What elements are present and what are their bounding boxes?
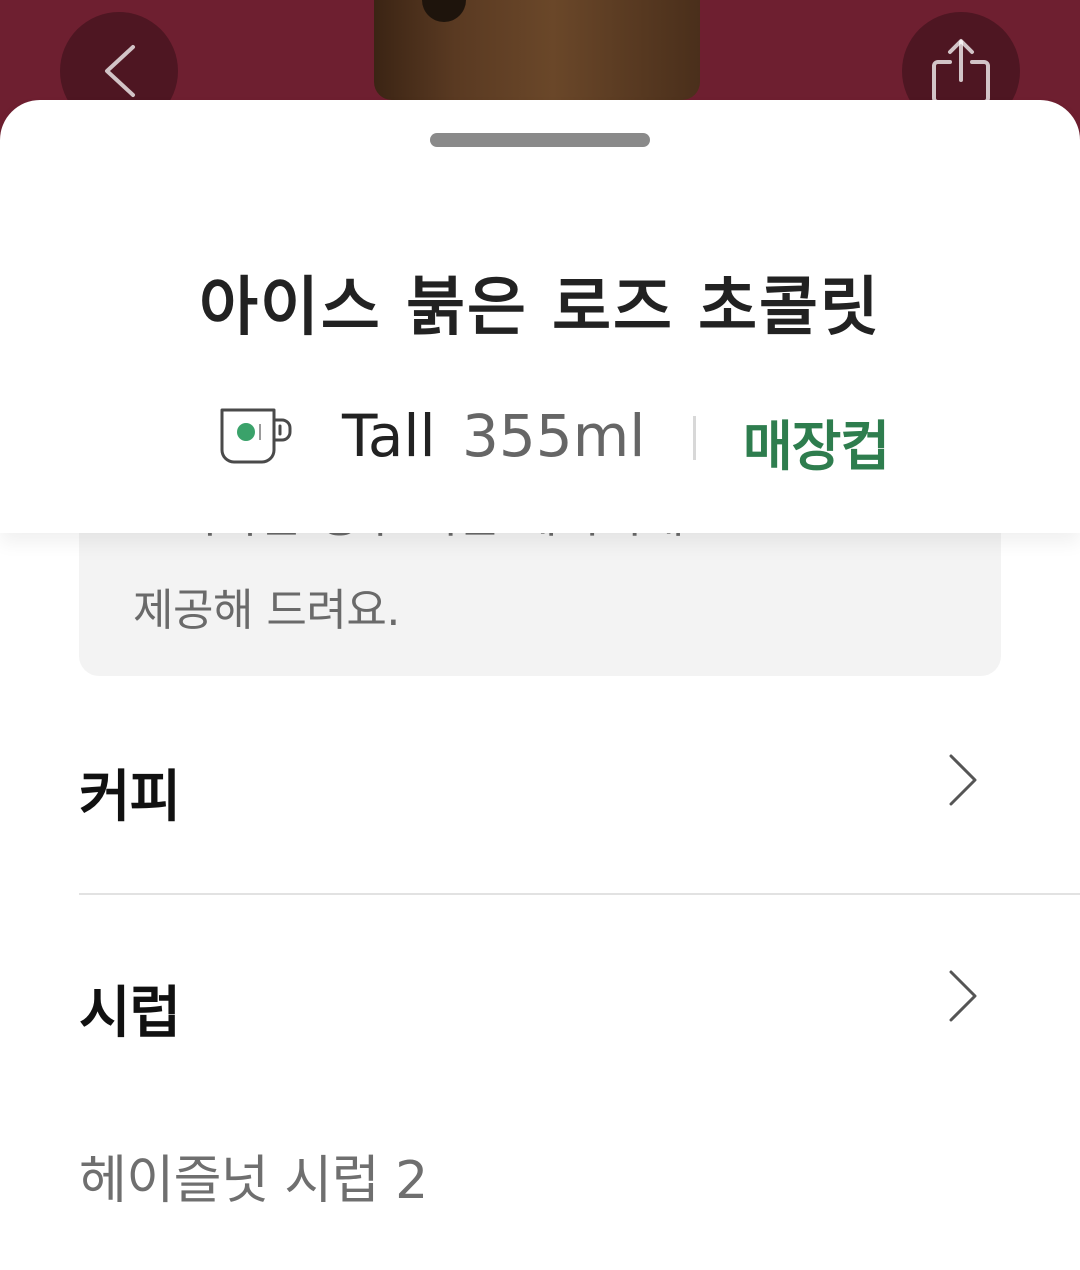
screen: 오피하는 청구 기는 데시피대로 제공해 드려요. 커피 시럽 헤이즐넛 시럽 …: [0, 0, 1080, 1270]
size-name: Tall: [342, 402, 436, 470]
option-row-syrup[interactable]: 시럽: [79, 944, 1080, 1064]
description-text: 제공해 드려요.: [133, 585, 400, 636]
chevron-left-icon: [105, 45, 135, 97]
share-icon: [932, 39, 990, 104]
sheet-drag-handle[interactable]: [430, 133, 650, 147]
cup-type-label: 매장컵: [743, 415, 890, 478]
product-title: 아이스 붉은 로즈 초콜릿: [199, 271, 881, 345]
size-summary: Tall 355ml 매장컵: [216, 400, 936, 478]
option-label-coffee: 커피: [79, 765, 181, 830]
divider: [79, 893, 1080, 895]
option-row-coffee[interactable]: 커피: [79, 728, 1080, 848]
drink-cup-image: [374, 0, 700, 100]
chevron-right-icon: [949, 754, 977, 806]
product-summary-sheet: 아이스 붉은 로즈 초콜릿 Tall 355ml 매장컵: [0, 100, 1080, 533]
syrup-selected-value: 헤이즐넛 시럽 2: [79, 1151, 428, 1211]
separator: [693, 416, 696, 460]
option-label-syrup: 시럽: [79, 981, 181, 1046]
size-volume: 355ml: [462, 402, 646, 470]
chevron-right-icon: [949, 970, 977, 1022]
mug-icon: [220, 408, 292, 464]
